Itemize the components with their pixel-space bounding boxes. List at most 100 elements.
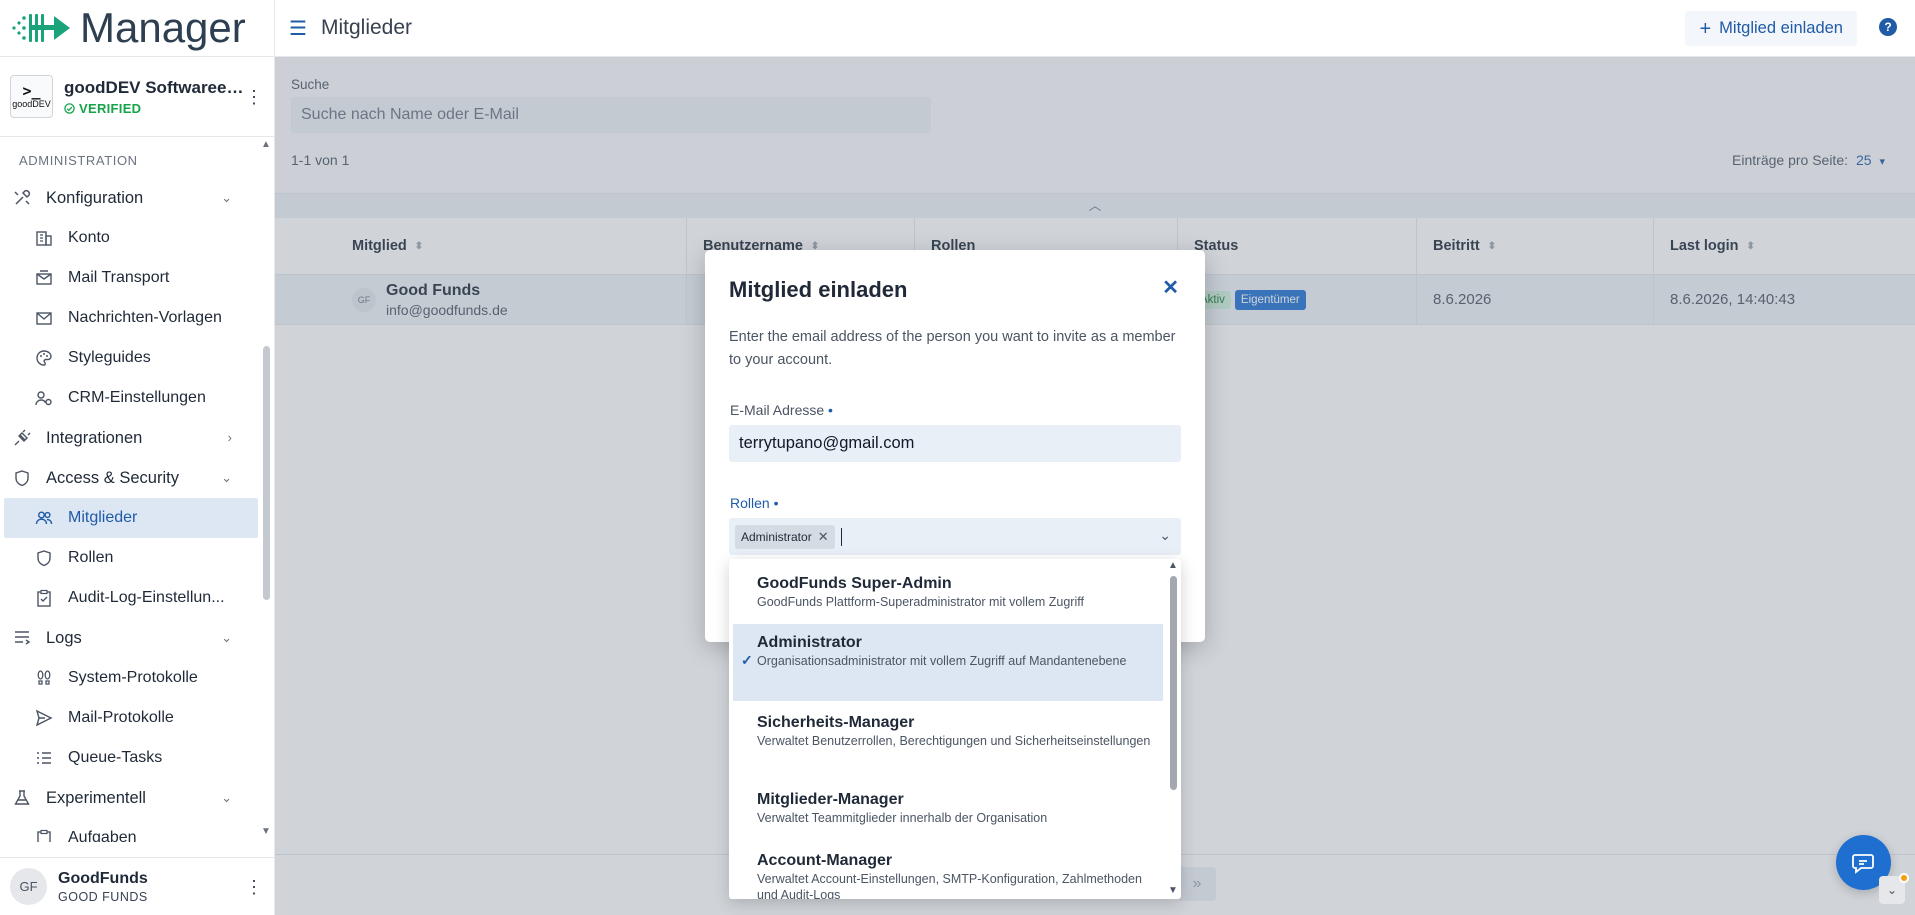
sidebar-item-label: Rollen (68, 549, 114, 566)
topbar: ☰ Mitglieder + Mitglied einladen ? (275, 0, 1915, 57)
sidebar-item-mitglieder[interactable]: Mitglieder (4, 498, 258, 538)
sidebar-scroll-up-icon[interactable]: ▲ (261, 139, 271, 150)
plug-icon (12, 428, 32, 448)
role-option-title: Administrator (757, 634, 862, 651)
role-option-title: GoodFunds Super-Admin (757, 575, 952, 592)
role-option[interactable]: GoodFunds Super-Admin GoodFunds Plattfor… (733, 575, 1163, 629)
sidebar-item-label: CRM-Einstellungen (68, 389, 206, 406)
sidebar-item-label: Audit-Log-Einstellun... (68, 589, 225, 606)
user-menu-kebab-icon[interactable]: ⋮ (244, 878, 264, 896)
sidebar-item-mail-protokolle[interactable]: Mail-Protokolle (0, 698, 262, 738)
role-option-desc: GoodFunds Plattform-Superadministrator m… (757, 595, 1084, 609)
sidebar-item-access-security[interactable]: Access & Security ⌄ (0, 458, 262, 498)
sidebar-item-crm-einstellungen[interactable]: CRM-Einstellungen (0, 378, 262, 418)
chevron-down-icon[interactable]: ⌄ (1159, 527, 1171, 544)
sidebar-item-label: Konfiguration (46, 188, 144, 207)
role-option[interactable]: ✓ Administrator Organisationsadministrat… (733, 624, 1163, 701)
role-option[interactable]: Account-Manager Verwaltet Account-Einste… (733, 852, 1163, 899)
tools-icon (12, 188, 32, 208)
sidebar-item-konfiguration[interactable]: Konfiguration ⌄ (0, 178, 262, 218)
sidebar-item-experimentell[interactable]: Experimentell ⌄ (0, 778, 262, 818)
org-menu-kebab-icon[interactable]: ⋮ (244, 88, 264, 106)
org-status-label: VERIFIED (79, 100, 142, 116)
logo-bar: Manager (0, 0, 274, 57)
email-label-text: E-Mail Adresse (730, 402, 825, 418)
page-title: Mitglieder (321, 16, 413, 39)
remove-chip-icon[interactable]: ✕ (818, 529, 829, 545)
dropdown-scroll-up-icon[interactable]: ▲ (1168, 560, 1178, 571)
nav-section-label: ADMINISTRATION (19, 153, 138, 168)
sidebar-item-label: Styleguides (68, 349, 151, 366)
user-info: GoodFunds GOOD FUNDS (58, 870, 244, 904)
role-option-desc: Verwaltet Benutzerrollen, Berechtigungen… (757, 734, 1151, 748)
sidebar-item-system-protokolle[interactable]: System-Protokolle (0, 658, 262, 698)
role-chip: Administrator ✕ (735, 524, 835, 549)
sidebar-item-logs[interactable]: Logs ⌄ (0, 618, 262, 658)
check-icon: ✓ (741, 652, 753, 668)
terminal-prompt-icon: >_ (22, 82, 41, 100)
logs-icon (12, 628, 32, 648)
sidebar-item-nachrichten-vorlagen[interactable]: Nachrichten-Vorlagen (0, 298, 262, 338)
dropdown-scroll-down-icon[interactable]: ▼ (1168, 885, 1178, 896)
sidebar-item-audit-log[interactable]: Audit-Log-Einstellun... (0, 578, 262, 618)
user-name: GoodFunds (58, 869, 148, 887)
sidebar-item-label: Access & Security (46, 468, 179, 487)
sidebar-item-styleguides[interactable]: Styleguides (0, 338, 262, 378)
org-switcher[interactable]: >_ goodDEV goodDEV Softwareen... VERIFIE… (0, 57, 274, 137)
sidebar-item-label: Integrationen (46, 428, 143, 447)
org-status: VERIFIED (64, 101, 244, 116)
sidebar-item-queue-tasks[interactable]: Queue-Tasks (0, 738, 262, 778)
role-option[interactable]: Sicherheits-Manager Verwaltet Benutzerro… (733, 714, 1163, 778)
user-card[interactable]: GF GoodFunds GOOD FUNDS ⋮ (0, 857, 274, 915)
role-option-title: Mitglieder-Manager (757, 791, 904, 808)
sidebar-scroll-down-icon[interactable]: ▼ (261, 826, 271, 837)
org-logo: >_ goodDEV (10, 75, 53, 118)
role-option-desc: Organisationsadministrator mit vollem Zu… (757, 654, 1127, 668)
roles-select[interactable]: Administrator ✕ ⌄ (729, 518, 1181, 555)
shield-icon (12, 468, 32, 488)
sidebar-scrollbar[interactable] (263, 346, 270, 600)
sidebar-item-aufgaben[interactable]: Aufgaben (0, 818, 262, 842)
clipboard-icon (34, 588, 54, 608)
users-icon (34, 508, 54, 528)
palette-icon (34, 348, 54, 368)
mail-transport-icon (34, 268, 54, 288)
dialog-description: Enter the email address of the person yo… (729, 329, 1176, 368)
list-icon (34, 748, 54, 768)
avatar: GF (10, 868, 47, 905)
shield-icon (34, 548, 54, 568)
sidebar-item-integrationen[interactable]: Integrationen › (0, 418, 262, 458)
roles-label: Rollen • (730, 495, 779, 511)
sidebar-item-label: Konto (68, 229, 110, 246)
help-icon[interactable]: ? (1879, 18, 1897, 36)
invite-member-button[interactable]: + Mitglied einladen (1685, 11, 1857, 46)
chevron-down-icon: ⌄ (221, 190, 232, 205)
plus-icon: + (1699, 17, 1712, 40)
dialog-title: Mitglied einladen (729, 277, 908, 302)
sidebar-item-label: Queue-Tasks (68, 749, 163, 766)
sidebar-item-konto[interactable]: Konto (0, 218, 262, 258)
chevron-down-icon: ⌄ (221, 790, 232, 805)
email-label: E-Mail Adresse • (730, 402, 833, 418)
chevron-down-icon: ⌄ (221, 630, 232, 645)
role-option[interactable]: Mitglieder-Manager Verwaltet Teammitglie… (733, 791, 1163, 839)
sidebar-item-rollen[interactable]: Rollen (0, 538, 262, 578)
envelope-icon (34, 308, 54, 328)
send-icon (34, 708, 54, 728)
chevron-right-icon: › (227, 430, 232, 445)
sidebar-item-label: Logs (46, 628, 82, 647)
clipboard-icon (34, 828, 54, 842)
role-option-desc: Verwaltet Account-Einstellungen, SMTP-Ko… (757, 872, 1142, 899)
users-gear-icon (34, 388, 54, 408)
close-icon[interactable]: ✕ (1162, 278, 1179, 298)
sidebar-item-mail-transport[interactable]: Mail Transport (0, 258, 262, 298)
roles-label-text: Rollen (730, 495, 770, 511)
dropdown-scrollbar[interactable] (1170, 576, 1177, 790)
roles-dropdown: ▲ GoodFunds Super-Admin GoodFunds Plattf… (729, 559, 1181, 899)
org-logo-text: goodDEV (12, 99, 51, 109)
chat-edit-icon (1851, 853, 1874, 874)
hamburger-menu-icon[interactable]: ☰ (289, 16, 313, 41)
building-icon (34, 228, 54, 248)
role-option-desc: Verwaltet Teammitglieder innerhalb der O… (757, 811, 1048, 825)
email-field[interactable]: terrytupano@gmail.com (729, 425, 1181, 462)
